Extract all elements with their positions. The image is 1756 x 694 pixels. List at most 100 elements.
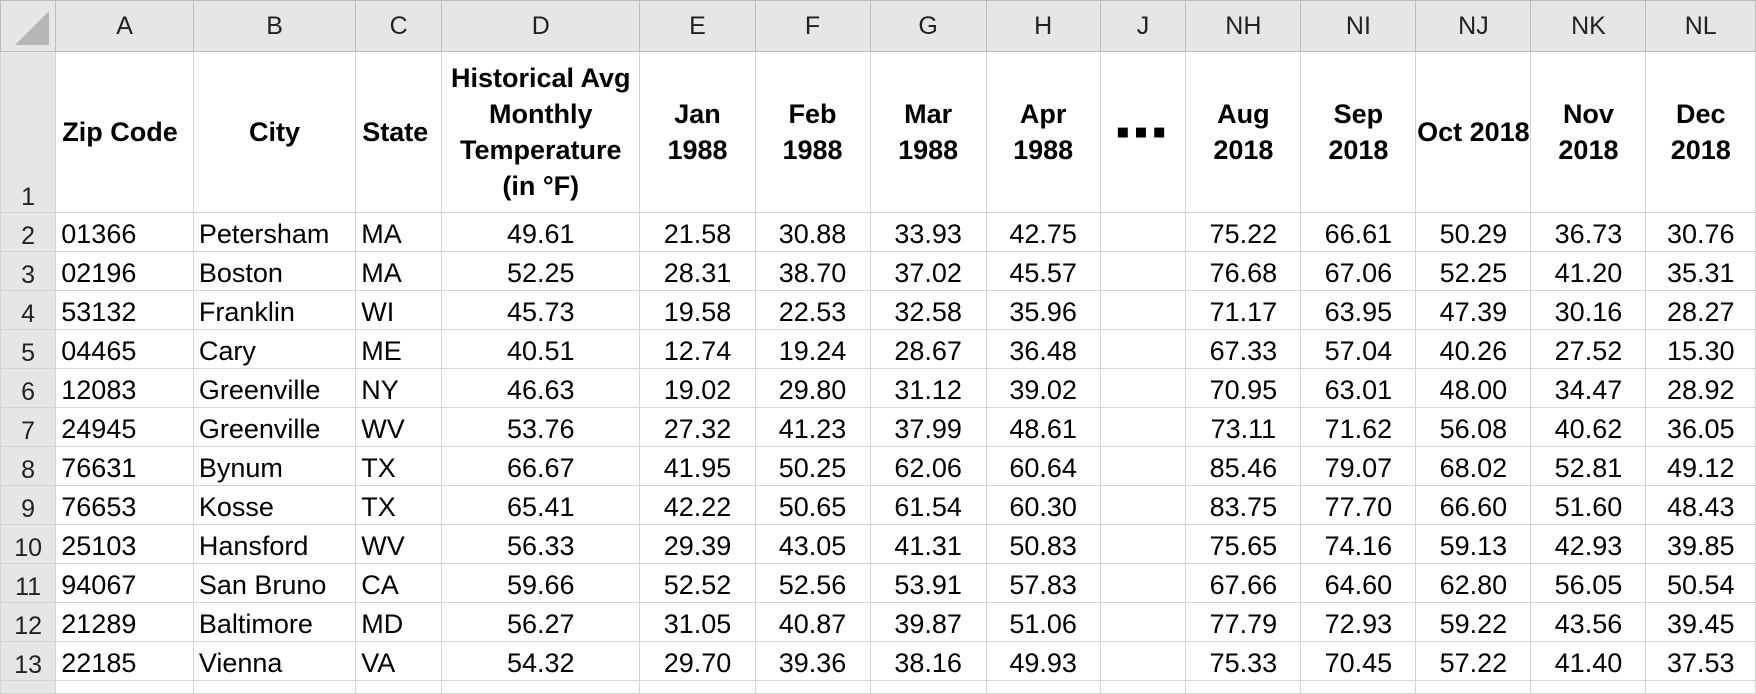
aug-2018-cell[interactable]: 76.68 [1185, 251, 1302, 291]
zip-code-cell[interactable]: 76653 [55, 485, 194, 525]
row-header[interactable]: 2 [0, 212, 57, 252]
feb-1988-cell[interactable]: 22.53 [754, 290, 871, 330]
feb-1988-cell[interactable]: 43.05 [754, 524, 871, 564]
historical-avg-cell[interactable]: 52.25 [440, 251, 641, 291]
gap-cell[interactable] [1099, 368, 1187, 408]
state-cell[interactable]: MA [355, 251, 442, 291]
sep-2018-cell[interactable]: 63.95 [1300, 290, 1417, 330]
jan-1988-cell[interactable]: 19.02 [639, 368, 756, 408]
nov-2018-cell[interactable]: 56.05 [1530, 563, 1647, 603]
historical-avg-cell[interactable]: 59.66 [440, 563, 641, 603]
header-cell-mar-1988[interactable]: Mar 1988 [869, 51, 987, 213]
nov-2018-cell[interactable]: 30.16 [1530, 290, 1647, 330]
feb-1988-cell[interactable]: 52.56 [754, 563, 871, 603]
column-header-nj[interactable]: NJ [1415, 0, 1532, 52]
oct-2018-cell[interactable]: 48.00 [1415, 368, 1532, 408]
row-header[interactable]: 10 [0, 524, 57, 564]
city-cell[interactable]: Baltimore [192, 602, 357, 642]
zip-code-cell[interactable]: 12083 [55, 368, 194, 408]
mar-1988-cell[interactable]: 39.87 [869, 602, 987, 642]
mar-1988-cell[interactable]: 31.12 [869, 368, 987, 408]
apr-1988-cell[interactable]: 57.83 [985, 563, 1101, 603]
zip-code-cell[interactable]: 53132 [55, 290, 194, 330]
cell[interactable] [754, 680, 871, 694]
row-header[interactable]: 4 [0, 290, 57, 330]
nov-2018-cell[interactable]: 40.62 [1530, 407, 1647, 447]
row-header[interactable]: 11 [0, 563, 57, 603]
cell[interactable] [1185, 680, 1302, 694]
zip-code-cell[interactable]: 25103 [55, 524, 194, 564]
zip-code-cell[interactable]: 21289 [55, 602, 194, 642]
column-header-g[interactable]: G [869, 0, 987, 52]
header-cell-feb-1988[interactable]: Feb 1988 [754, 51, 871, 213]
feb-1988-cell[interactable]: 41.23 [754, 407, 871, 447]
column-header-f[interactable]: F [754, 0, 871, 52]
city-cell[interactable]: Petersham [192, 212, 357, 252]
column-header-nh[interactable]: NH [1185, 0, 1302, 52]
mar-1988-cell[interactable]: 28.67 [869, 329, 987, 369]
dec-2018-cell[interactable]: 39.45 [1645, 602, 1756, 642]
header-cell-aug-2018[interactable]: Aug 2018 [1185, 51, 1302, 213]
oct-2018-cell[interactable]: 40.26 [1415, 329, 1532, 369]
apr-1988-cell[interactable]: 48.61 [985, 407, 1101, 447]
oct-2018-cell[interactable]: 47.39 [1415, 290, 1532, 330]
cell[interactable] [985, 680, 1101, 694]
nov-2018-cell[interactable]: 42.93 [1530, 524, 1647, 564]
oct-2018-cell[interactable]: 59.13 [1415, 524, 1532, 564]
header-cell-historical-avg[interactable]: Historical Avg Monthly Temperature (in °… [440, 51, 641, 213]
feb-1988-cell[interactable]: 50.25 [754, 446, 871, 486]
cell[interactable] [869, 680, 987, 694]
apr-1988-cell[interactable]: 60.30 [985, 485, 1101, 525]
oct-2018-cell[interactable]: 52.25 [1415, 251, 1532, 291]
apr-1988-cell[interactable]: 50.83 [985, 524, 1101, 564]
header-cell-dec-2018[interactable]: Dec 2018 [1645, 51, 1756, 213]
nov-2018-cell[interactable]: 36.73 [1530, 212, 1647, 252]
cell[interactable] [639, 680, 756, 694]
row-header-partial[interactable] [0, 680, 57, 694]
state-cell[interactable]: MD [355, 602, 442, 642]
city-cell[interactable]: Boston [192, 251, 357, 291]
city-cell[interactable]: Greenville [192, 407, 357, 447]
header-cell-apr-1988[interactable]: Apr 1988 [985, 51, 1101, 213]
dec-2018-cell[interactable]: 28.92 [1645, 368, 1756, 408]
sep-2018-cell[interactable]: 74.16 [1300, 524, 1417, 564]
feb-1988-cell[interactable]: 50.65 [754, 485, 871, 525]
mar-1988-cell[interactable]: 32.58 [869, 290, 987, 330]
oct-2018-cell[interactable]: 68.02 [1415, 446, 1532, 486]
historical-avg-cell[interactable]: 53.76 [440, 407, 641, 447]
column-header-nl[interactable]: NL [1645, 0, 1756, 52]
sep-2018-cell[interactable]: 64.60 [1300, 563, 1417, 603]
state-cell[interactable]: NY [355, 368, 442, 408]
sep-2018-cell[interactable]: 67.06 [1300, 251, 1417, 291]
nov-2018-cell[interactable]: 34.47 [1530, 368, 1647, 408]
apr-1988-cell[interactable]: 35.96 [985, 290, 1101, 330]
zip-code-cell[interactable]: 04465 [55, 329, 194, 369]
nov-2018-cell[interactable]: 41.20 [1530, 251, 1647, 291]
apr-1988-cell[interactable]: 42.75 [985, 212, 1101, 252]
dec-2018-cell[interactable]: 50.54 [1645, 563, 1756, 603]
gap-cell[interactable] [1099, 485, 1187, 525]
city-cell[interactable]: Cary [192, 329, 357, 369]
column-header-h[interactable]: H [985, 0, 1101, 52]
cell[interactable] [1099, 680, 1187, 694]
aug-2018-cell[interactable]: 67.66 [1185, 563, 1302, 603]
column-header-c[interactable]: C [355, 0, 442, 52]
apr-1988-cell[interactable]: 36.48 [985, 329, 1101, 369]
feb-1988-cell[interactable]: 30.88 [754, 212, 871, 252]
column-header-d[interactable]: D [440, 0, 641, 52]
row-header[interactable]: 7 [0, 407, 57, 447]
sep-2018-cell[interactable]: 57.04 [1300, 329, 1417, 369]
oct-2018-cell[interactable]: 59.22 [1415, 602, 1532, 642]
state-cell[interactable]: WV [355, 407, 442, 447]
nov-2018-cell[interactable]: 27.52 [1530, 329, 1647, 369]
feb-1988-cell[interactable]: 29.80 [754, 368, 871, 408]
sep-2018-cell[interactable]: 66.61 [1300, 212, 1417, 252]
state-cell[interactable]: ME [355, 329, 442, 369]
gap-cell[interactable] [1099, 563, 1187, 603]
jan-1988-cell[interactable]: 21.58 [639, 212, 756, 252]
nov-2018-cell[interactable]: 43.56 [1530, 602, 1647, 642]
city-cell[interactable]: Kosse [192, 485, 357, 525]
mar-1988-cell[interactable]: 61.54 [869, 485, 987, 525]
feb-1988-cell[interactable]: 40.87 [754, 602, 871, 642]
dec-2018-cell[interactable]: 15.30 [1645, 329, 1756, 369]
